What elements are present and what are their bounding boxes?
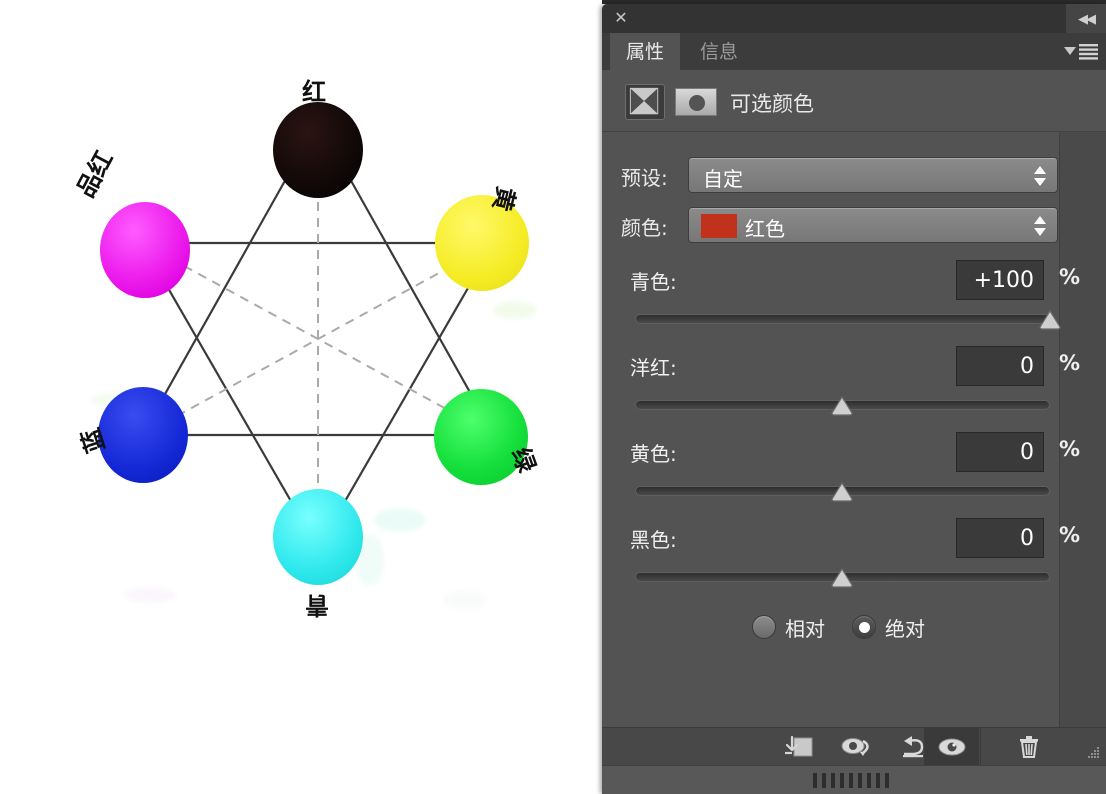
slider-magenta-unit: % (1058, 351, 1080, 375)
panel-footer-toolbar (602, 727, 1106, 766)
adjustment-header: 可选颜色 (602, 70, 1106, 132)
slider-cyan-value[interactable]: +100 (956, 260, 1044, 300)
adjustment-title: 可选颜色 (730, 92, 814, 116)
preset-label: 预设: (621, 166, 668, 190)
close-icon[interactable]: ✕ (613, 11, 629, 27)
color-row: 颜色: 红色 (602, 204, 1106, 244)
slider-cyan-unit: % (1058, 265, 1080, 289)
slider-magenta-thumb[interactable] (831, 396, 853, 416)
delete-layer-button[interactable] (1002, 728, 1056, 766)
panel-title-bar: ✕ ◀◀ (602, 4, 1106, 33)
layer-mask-thumbnail[interactable] (675, 88, 717, 116)
node-red-label: 红 (302, 78, 326, 106)
preset-value: 自定 (703, 167, 743, 191)
radio-absolute-dot[interactable] (852, 615, 876, 639)
tab-info[interactable]: 信息 (684, 33, 754, 70)
node-magenta-circle (100, 202, 190, 298)
slider-yellow: 黄色: 0 % (602, 432, 1106, 518)
slider-magenta-value[interactable]: 0 (956, 346, 1044, 386)
slider-black-unit: % (1058, 523, 1080, 547)
chevron-updown-icon (1034, 166, 1046, 186)
radio-relative-label: 相对 (785, 616, 825, 641)
drag-grip-icon (813, 773, 889, 788)
radio-absolute-label: 绝对 (885, 616, 925, 641)
slider-black-label: 黑色: (630, 528, 677, 552)
color-value: 红色 (745, 217, 785, 241)
screen: 红 品红 黄 绿 蓝 青 ✕ ◀◀ 属性 信息 可选颜色 预设: 自定 颜色: … (0, 0, 1106, 794)
color-select[interactable]: 红色 (688, 207, 1058, 243)
slider-black: 黑色: 0 % (602, 518, 1106, 604)
toggle-previous-state-button[interactable] (830, 728, 884, 766)
color-swatch (701, 214, 737, 238)
eye-arrow-icon (841, 738, 869, 756)
panel-tab-bar: 属性 信息 (602, 33, 1106, 70)
preset-select[interactable]: 自定 (688, 157, 1058, 193)
clip-to-layer-button[interactable] (772, 728, 826, 766)
tab-properties[interactable]: 属性 (610, 33, 681, 70)
slider-yellow-thumb[interactable] (831, 482, 853, 502)
color-wheel-diagram (90, 102, 537, 610)
eye-icon (938, 738, 966, 756)
properties-panel: ✕ ◀◀ 属性 信息 可选颜色 预设: 自定 颜色: 红色 青色: +100 %… (602, 4, 1106, 794)
slider-cyan-label: 青色: (630, 270, 677, 294)
resize-grip-icon[interactable] (1084, 746, 1100, 760)
node-blue-circle (98, 387, 188, 483)
slider-yellow-unit: % (1058, 437, 1080, 461)
slider-yellow-value[interactable]: 0 (956, 432, 1044, 472)
slider-cyan-track[interactable] (635, 314, 1050, 324)
slider-magenta: 洋红: 0 % (602, 346, 1106, 432)
radio-absolute[interactable]: 绝对 (852, 610, 925, 644)
radio-relative-dot[interactable] (752, 615, 776, 639)
trash-icon (1020, 736, 1038, 758)
collapse-panel-button[interactable]: ◀◀ (1066, 4, 1106, 33)
preset-row: 预设: 自定 (602, 154, 1106, 194)
panel-menu-icon[interactable] (1064, 42, 1098, 60)
node-red-circle (273, 102, 363, 198)
panel-drag-handle[interactable] (602, 765, 1106, 794)
node-cyan-circle (273, 489, 363, 585)
color-label: 颜色: (621, 216, 668, 240)
toolbar-divider-2 (980, 728, 981, 766)
radio-relative[interactable]: 相对 (752, 610, 825, 644)
slider-magenta-label: 洋红: (630, 356, 677, 380)
panel-body: 预设: 自定 颜色: 红色 青色: +100 % 洋红: 0 % 黄色: 0 %… (602, 132, 1106, 732)
chevron-updown-icon (1034, 216, 1046, 236)
method-radio-row: 相对 绝对 (602, 610, 1106, 650)
document-canvas: 红 品红 黄 绿 蓝 青 (0, 0, 602, 794)
slider-cyan: 青色: +100 % (602, 260, 1106, 346)
slider-black-thumb[interactable] (831, 568, 853, 588)
selective-color-icon (625, 84, 665, 120)
mask-dot-icon (689, 95, 705, 111)
slider-yellow-label: 黄色: (630, 442, 677, 466)
node-cyan-label: 青 (305, 591, 329, 619)
clip-to-layer-icon (785, 735, 813, 757)
toggle-visibility-button[interactable] (925, 728, 979, 766)
slider-cyan-thumb[interactable] (1039, 310, 1061, 330)
slider-black-value[interactable]: 0 (956, 518, 1044, 558)
